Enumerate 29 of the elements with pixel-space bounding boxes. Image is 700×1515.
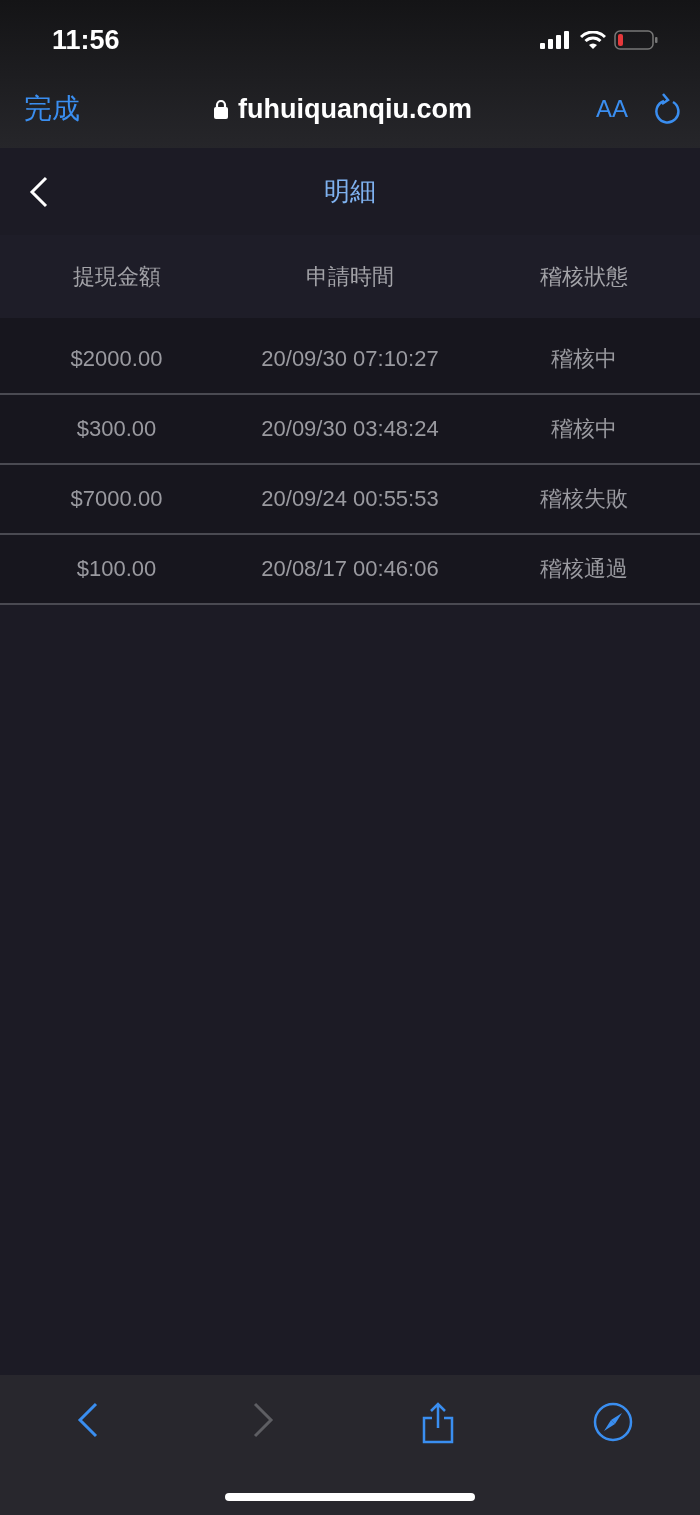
- signal-icon: [540, 31, 572, 49]
- back-chevron-icon[interactable]: [29, 176, 49, 208]
- amount-cell: $300.00: [76, 416, 157, 442]
- column-header: 提現金額: [72, 262, 161, 291]
- lock-icon: [214, 99, 228, 119]
- status-cell-text: 稽核通過: [539, 555, 628, 583]
- share-icon[interactable]: [420, 1402, 455, 1444]
- battery-icon: [614, 30, 658, 50]
- status-cell-text: 稽核失敗: [539, 485, 628, 513]
- done-button[interactable]: 完成: [24, 90, 80, 128]
- compass-icon[interactable]: [592, 1402, 633, 1442]
- text-size-button[interactable]: AA: [596, 95, 628, 123]
- back-icon[interactable]: [76, 1402, 99, 1438]
- page-title: 明細: [324, 175, 376, 208]
- column-header: 稽核狀態: [539, 262, 628, 291]
- reload-icon[interactable]: [654, 93, 682, 125]
- address-bar[interactable]: fuhuiquanqiu.com: [110, 93, 576, 125]
- time-cell: 20/09/30 03:48:24: [261, 416, 439, 442]
- time-cell: 20/08/17 00:46:06: [261, 556, 439, 582]
- time-cell: 20/09/30 07:10:27: [261, 346, 439, 372]
- status-time: 11:56: [52, 24, 120, 56]
- wifi-icon: [580, 31, 606, 49]
- status-cell-text: 稽核中: [550, 345, 617, 373]
- status-cell-text: 稽核中: [550, 415, 617, 443]
- amount-cell: $100.00: [76, 556, 157, 582]
- column-header: 申請時間: [306, 262, 394, 291]
- amount-cell: $7000.00: [70, 486, 163, 512]
- amount-cell: $2000.00: [70, 346, 163, 372]
- time-cell: 20/09/24 00:55:53: [261, 486, 439, 512]
